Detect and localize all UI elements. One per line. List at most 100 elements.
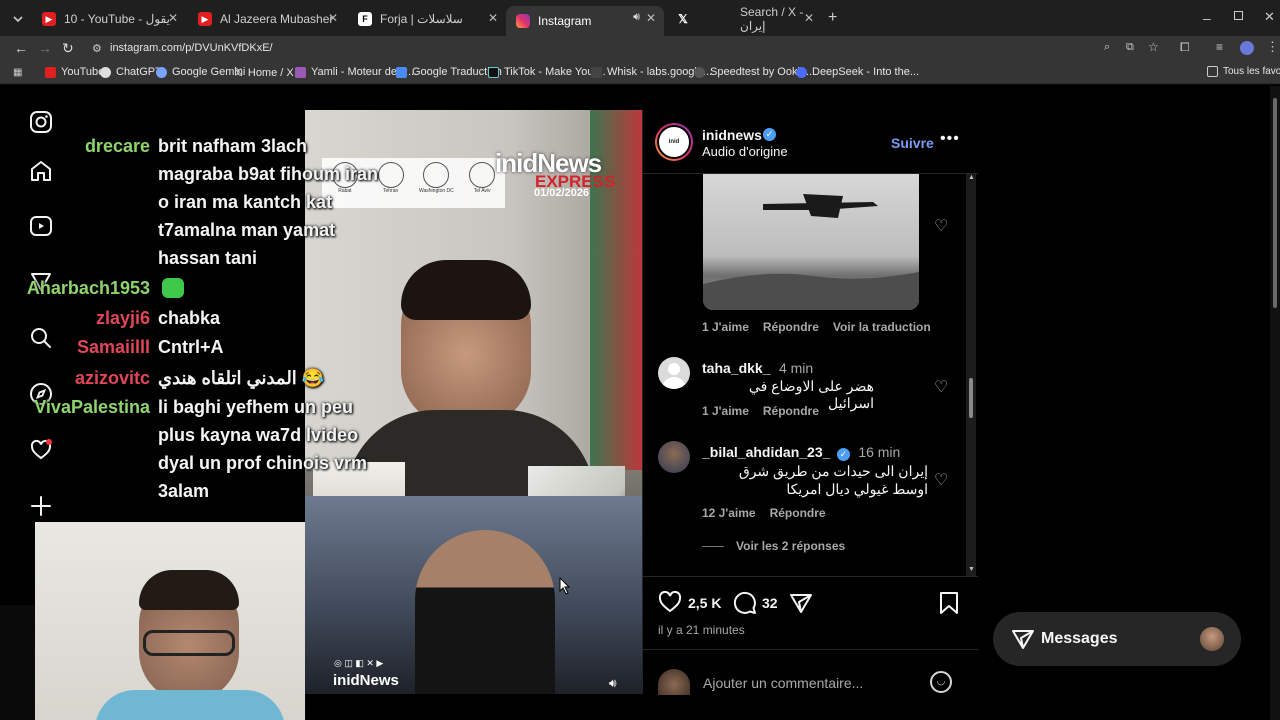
more-options-icon[interactable]: •••	[940, 130, 960, 148]
like-comment-icon[interactable]: ♡	[934, 377, 948, 397]
menu-icon[interactable]: ⋮	[1266, 39, 1279, 55]
comment-icon[interactable]	[733, 591, 757, 620]
tab-search-icon[interactable]	[11, 12, 25, 26]
tab-forja[interactable]: F Forja | سلاسلات ✕	[348, 6, 506, 32]
profile-avatar[interactable]	[1240, 41, 1254, 55]
scroll-down-arrow-icon[interactable]: ▼	[968, 566, 975, 573]
bookmark-chatgpt[interactable]: ChatGPT	[100, 66, 162, 78]
create-plus-icon[interactable]	[29, 494, 53, 518]
speaker-icon[interactable]: 🔊︎	[633, 11, 640, 24]
x-icon: 𝕏	[234, 67, 243, 79]
comments-scrollbar[interactable]: ▲ ▼	[966, 174, 976, 576]
emoji-icon[interactable]: ◡	[930, 671, 952, 693]
reel-video[interactable]: Rabat Tehran Washington DC Tel Aviv inid…	[305, 110, 642, 694]
volume-icon[interactable]: 🔊︎	[609, 676, 617, 691]
scrollbar-thumb[interactable]	[969, 378, 973, 418]
tab-instagram[interactable]: Instagram 🔊︎ ✕	[506, 6, 664, 36]
comment-username[interactable]: _bilal_ahdidan_23_	[702, 444, 830, 460]
comment-likes[interactable]: 1 J'aime	[702, 404, 749, 418]
site-info-icon[interactable]: ⚙	[92, 42, 102, 55]
minimize-button[interactable]: –	[1203, 10, 1211, 26]
reply-button[interactable]: Répondre	[763, 404, 819, 418]
messages-button[interactable]: Messages	[993, 612, 1241, 666]
video-social-icons: ◎ ◫ ◧ ✕ ▶	[334, 658, 384, 668]
bookmark-youtube[interactable]: YouTube	[45, 66, 104, 78]
view-replies-button[interactable]: Voir les 2 réponses	[736, 539, 845, 553]
like-comment-icon[interactable]: ♡	[934, 470, 948, 490]
reply-button[interactable]: Répondre	[763, 320, 819, 334]
comment-likes[interactable]: 12 J'aime	[702, 506, 756, 520]
bookmark-deepseek[interactable]: DeepSeek - Into the...	[796, 66, 919, 78]
bookmark-star-icon[interactable]: ☆	[1148, 40, 1159, 54]
extensions-icon[interactable]: ⧠	[1180, 40, 1190, 55]
restore-button[interactable]	[1234, 11, 1243, 20]
close-icon[interactable]: ✕	[168, 11, 178, 25]
comment-likes[interactable]: 1 J'aime	[702, 320, 749, 334]
media-icon[interactable]: ≡	[1216, 40, 1223, 54]
commenter-avatar[interactable]	[658, 357, 690, 389]
close-icon[interactable]: ✕	[328, 11, 338, 25]
x-icon: 𝕏	[678, 12, 688, 26]
close-icon[interactable]: ✕	[646, 11, 656, 25]
current-user-avatar	[658, 669, 690, 695]
add-comment-divider	[643, 649, 978, 650]
install-icon[interactable]: ⧉	[1126, 41, 1134, 54]
comments-count[interactable]: 32	[762, 595, 778, 611]
like-comment-icon[interactable]: ♡	[934, 216, 948, 236]
bookmarks-folder[interactable]: Tous les favoris	[1207, 66, 1280, 77]
account-name[interactable]: inidnews	[702, 127, 762, 143]
bookmarks-bar: ▦ YouTube ChatGPT Google Gemini 𝕏 Home / …	[0, 62, 1280, 84]
url-field[interactable]: instagram.com/p/DVUnKVfDKxE/	[110, 42, 273, 54]
bookmark-translate[interactable]: Google Traduction	[396, 66, 502, 78]
comments-list[interactable]: ♡ 1 J'aime Répondre Voir la traduction tah…	[643, 174, 978, 576]
tab-aljazeera[interactable]: ▶ Al Jazeera Mubasher | الجزيرة مباشر ✕	[188, 6, 346, 32]
reply-button[interactable]: Répondre	[770, 506, 826, 520]
save-bookmark-icon[interactable]	[938, 591, 960, 620]
new-tab-button[interactable]: +	[828, 9, 837, 27]
add-comment-input[interactable]: Ajouter un commentaire...	[703, 675, 863, 691]
like-icon[interactable]	[658, 590, 682, 618]
bookmark-x-home[interactable]: 𝕏 Home / X	[234, 66, 294, 80]
chatgpt-icon	[100, 66, 111, 78]
audio-label[interactable]: Audio d'origine	[702, 144, 788, 159]
likes-count[interactable]: 2,5 K	[688, 595, 721, 611]
scroll-up-arrow-icon[interactable]: ▲	[968, 174, 975, 181]
reload-icon[interactable]: ↻	[62, 40, 74, 57]
zoom-icon[interactable]: ⌕	[1104, 41, 1110, 54]
tab-x-search[interactable]: 𝕏 Search / X - إيران ✕	[666, 5, 822, 33]
home-icon[interactable]	[29, 159, 53, 183]
verified-badge-icon: ✓	[763, 128, 776, 141]
follow-button[interactable]: Suivre	[891, 135, 934, 151]
chat-message: brit nafham 3lach	[158, 136, 308, 156]
comment-username[interactable]: taha_dkk_	[702, 360, 770, 376]
deepseek-icon	[796, 66, 807, 78]
reels-icon[interactable]	[29, 214, 53, 238]
instagram-logo-icon[interactable]	[29, 110, 53, 134]
translate-button[interactable]: Voir la traduction	[833, 320, 931, 334]
close-icon[interactable]: ✕	[804, 11, 814, 25]
chat-message: Cntrl+A	[158, 337, 224, 357]
scrollbar-thumb[interactable]	[1273, 98, 1277, 308]
bookmark-gemini[interactable]: Google Gemini	[156, 66, 245, 78]
account-avatar[interactable]: inid	[655, 123, 693, 161]
tab-youtube[interactable]: ▶ 10 - YouTube - شكون كان يقول ✕	[32, 6, 186, 32]
close-icon[interactable]: ✕	[488, 11, 498, 25]
page-scrollbar[interactable]	[1270, 86, 1280, 720]
apps-icon[interactable]: ▦	[13, 67, 22, 78]
back-icon[interactable]: ←	[14, 40, 28, 56]
comment-image[interactable]	[703, 174, 919, 310]
search-icon[interactable]	[29, 326, 53, 350]
messages-avatar	[1200, 627, 1224, 651]
bookmark-tiktok[interactable]: TikTok - Make Your...	[488, 66, 606, 78]
notifications-heart-icon[interactable]	[29, 438, 53, 462]
close-window-button[interactable]: ✕	[1264, 9, 1275, 25]
send-icon	[1011, 628, 1035, 655]
whisk-icon	[591, 66, 602, 78]
forward-icon[interactable]: →	[38, 40, 52, 56]
commenter-avatar[interactable]	[658, 441, 690, 473]
video-brand-bottom: inidNews	[333, 672, 399, 689]
comment-header: _bilal_ahdidan_23_ ✓ 16 min	[702, 444, 900, 462]
share-icon[interactable]	[789, 591, 813, 620]
presenter-hair	[401, 260, 531, 320]
post-header: inid inidnews ✓ Audio d'origine Suivre •…	[643, 110, 978, 174]
